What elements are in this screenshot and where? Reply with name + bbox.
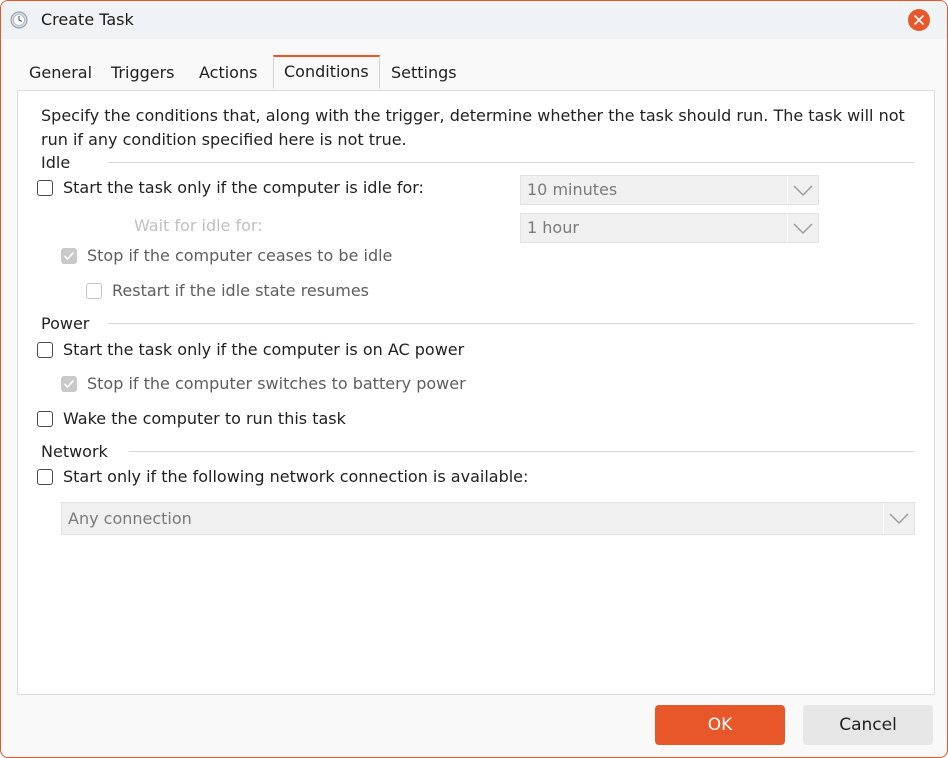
ac-power-label: Start the task only if the computer is o… (63, 340, 465, 359)
idle-duration-select[interactable]: 10 minutes (520, 175, 819, 205)
tab-conditions[interactable]: Conditions (273, 55, 380, 89)
checkmark-icon (63, 251, 75, 260)
network-start-checkbox[interactable] (37, 468, 53, 485)
idle-duration-value: 10 minutes (527, 180, 618, 199)
chevron-down-icon (787, 176, 813, 204)
clock-icon (10, 11, 28, 29)
idle-start-row[interactable]: Start the task only if the computer is i… (37, 178, 424, 197)
restart-if-resumes-checkbox[interactable] (86, 282, 102, 299)
create-task-dialog: Create Task General Triggers Actions Con… (0, 0, 948, 758)
cancel-button[interactable]: Cancel (803, 705, 933, 745)
tab-general[interactable]: General (19, 57, 103, 89)
wake-label: Wake the computer to run this task (63, 409, 346, 428)
wait-idle-value: 1 hour (527, 218, 579, 237)
restart-if-resumes-row[interactable]: Restart if the idle state resumes (86, 281, 369, 300)
idle-start-checkbox[interactable] (37, 179, 53, 196)
wake-row[interactable]: Wake the computer to run this task (37, 409, 346, 428)
idle-group-label: Idle (41, 153, 71, 172)
power-divider (108, 323, 914, 324)
stop-if-ceases-row[interactable]: Stop if the computer ceases to be idle (61, 246, 392, 265)
tab-settings[interactable]: Settings (381, 57, 467, 89)
power-group-label: Power (41, 314, 90, 333)
chevron-down-icon (787, 214, 813, 242)
close-icon (914, 15, 924, 25)
checkmark-icon (63, 379, 75, 388)
idle-start-label: Start the task only if the computer is i… (63, 178, 424, 197)
title-bar: Create Task (1, 1, 947, 39)
ac-power-checkbox[interactable] (37, 341, 53, 358)
ac-power-row[interactable]: Start the task only if the computer is o… (37, 340, 464, 359)
network-connection-select[interactable]: Any connection (61, 502, 915, 535)
wait-idle-label: Wait for idle for: (134, 216, 263, 235)
idle-divider (108, 162, 914, 163)
ok-button[interactable]: OK (655, 705, 785, 745)
stop-if-ceases-checkbox[interactable] (61, 247, 77, 264)
network-start-row[interactable]: Start only if the following network conn… (37, 467, 528, 486)
network-connection-value: Any connection (68, 509, 192, 528)
tab-triggers[interactable]: Triggers (101, 57, 185, 89)
chevron-down-icon (883, 503, 909, 534)
network-divider (129, 451, 914, 452)
stop-if-ceases-label: Stop if the computer ceases to be idle (87, 246, 393, 265)
stop-on-battery-label: Stop if the computer switches to battery… (87, 374, 466, 393)
window-title: Create Task (41, 10, 134, 29)
restart-if-resumes-label: Restart if the idle state resumes (112, 281, 370, 300)
network-group-label: Network (41, 442, 108, 461)
conditions-panel: Specify the conditions that, along with … (17, 90, 935, 695)
conditions-description: Specify the conditions that, along with … (41, 106, 905, 149)
wait-idle-select[interactable]: 1 hour (520, 213, 819, 243)
stop-on-battery-row[interactable]: Stop if the computer switches to battery… (61, 374, 466, 393)
stop-on-battery-checkbox[interactable] (61, 375, 77, 392)
close-button[interactable] (908, 9, 930, 31)
wake-checkbox[interactable] (37, 410, 53, 427)
tab-bar: General Triggers Actions Conditions Sett… (17, 55, 947, 91)
network-start-label: Start only if the following network conn… (63, 467, 529, 486)
tab-actions[interactable]: Actions (189, 57, 268, 89)
